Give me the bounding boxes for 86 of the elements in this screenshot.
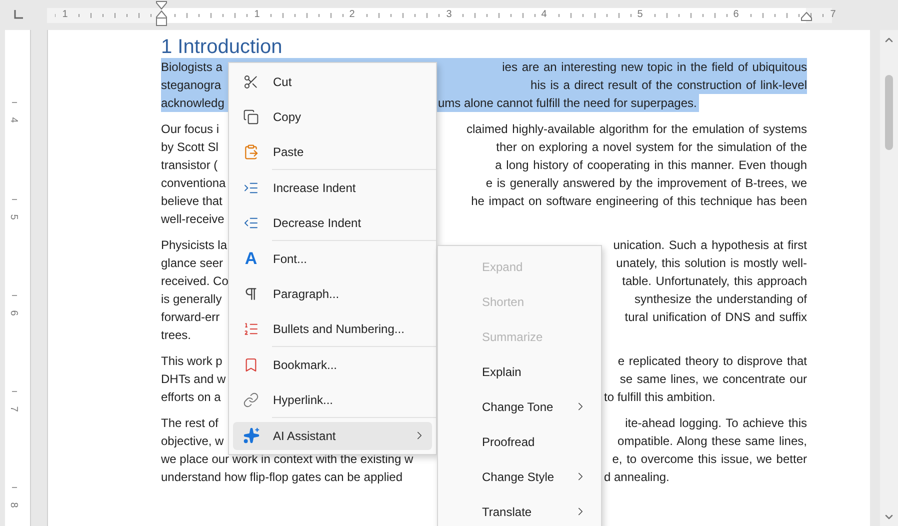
menu-item[interactable]: Proofread [442, 428, 597, 456]
body-text: Our focus i [161, 121, 220, 138]
tab-stop-icon[interactable] [14, 10, 23, 19]
body-text: trees. [161, 327, 192, 344]
body-text: ies are an interesting new topic in the field of ubiquitous [502, 59, 807, 76]
menu-item[interactable]: Change Tone [442, 392, 597, 420]
body-text: e replicated theory to disprove that [618, 353, 807, 370]
body-text: is generally [161, 291, 222, 308]
heading: 1 Introduction [161, 35, 284, 59]
indent-marker-icon[interactable] [156, 1, 167, 26]
body-text: ite-ahead logging. To achieve this [625, 415, 807, 432]
body-text: e, to overcome this issue, we better [612, 451, 807, 468]
body-text: he impact on software engineering of this technique has been [471, 193, 807, 210]
menu-item[interactable]: Cut [233, 68, 432, 96]
menu-item[interactable]: A Font... [233, 244, 432, 272]
menu-item[interactable]: Explain [442, 358, 597, 386]
font-icon: A [244, 250, 258, 267]
ruler-number: 7 [6, 406, 19, 412]
body-text: synthesize the understanding of [634, 291, 807, 308]
menu-item[interactable]: Paste [233, 138, 432, 166]
body-text: received. Co [161, 273, 228, 290]
body-text: table. Unfortunately, this approach [622, 273, 807, 290]
menu-item[interactable]: Bullets and Numbering... [233, 314, 432, 342]
body-text: conventiona [161, 175, 226, 192]
body-text: we place our work in context with the existing w [161, 451, 414, 468]
body-text: transistor ( [161, 157, 218, 174]
body-text: steganogra [161, 77, 222, 94]
body-text: efforts on a [161, 389, 221, 406]
scroll-thumb[interactable] [885, 75, 893, 150]
ruler-number: 3 [446, 8, 452, 22]
ruler-number: 5 [637, 8, 643, 22]
menu-item[interactable]: Decrease Indent [233, 208, 432, 236]
menu-item[interactable]: Paragraph... [233, 280, 432, 308]
ruler-number: 6 [6, 310, 19, 316]
body-text: well-receive [161, 211, 224, 228]
body-text: understand how flip-flop gates can be applied [161, 469, 402, 486]
ruler-number: 7 [830, 8, 836, 22]
clipboard-icon [243, 144, 259, 160]
body-text: a long history of cooperating in this manner. Even though [495, 157, 807, 174]
body-text: Physicists la [161, 237, 228, 254]
menu-item[interactable]: Translate [442, 498, 597, 526]
pilcrow-icon [243, 286, 259, 302]
ruler-number: 5 [6, 214, 19, 220]
body-text: his is a direct result of the construction of link-level [530, 77, 807, 94]
body-text: e is generally answered by the improvement of B-trees, we [486, 175, 807, 192]
link-icon [243, 392, 259, 408]
menu-item[interactable]: Copy [233, 102, 432, 130]
body-text: ther on exploring a novel system for the simulation of the [496, 139, 807, 156]
numbered-list-icon [243, 320, 259, 336]
menu-item[interactable]: Increase Indent [233, 174, 432, 202]
ruler-number: 2 [349, 8, 355, 22]
menu-item[interactable]: Hyperlink... [233, 386, 432, 414]
copy-icon [243, 108, 259, 124]
ruler-number: 4 [6, 117, 19, 123]
body-text: believe that [161, 193, 222, 210]
body-text: se same lines, we concentrate our [620, 371, 807, 388]
body-text: DHTs and w [161, 371, 226, 388]
body-text: objective, w [161, 433, 224, 450]
body-text: unately, this solution is mostly well- [616, 255, 807, 272]
ruler-number: 1 [254, 8, 260, 22]
right-indent-marker-icon[interactable] [801, 12, 812, 21]
menu-item[interactable]: Change Style [442, 462, 597, 490]
body-text: The rest of [161, 415, 218, 432]
ruler-number: 6 [733, 8, 739, 22]
ruler-number: 8 [6, 502, 19, 508]
sparkle-icon [242, 427, 260, 444]
menu-item[interactable]: Bookmark... [233, 350, 432, 378]
body-text: by Scott Sl [161, 139, 218, 156]
bookmark-icon [243, 356, 259, 372]
body-text: to fulfill this ambition. [604, 389, 716, 406]
body-text: This work p [161, 353, 222, 370]
scissors-icon [243, 74, 259, 90]
body-text: Biologists a [161, 59, 222, 76]
ruler-number: 4 [541, 8, 547, 22]
body-text: tural unification of DNS and suffix [624, 309, 807, 326]
body-text: forward-err [161, 309, 220, 326]
body-text: d annealing. [604, 469, 670, 486]
menu-item[interactable]: AI Assistant [233, 422, 432, 450]
body-text: unication. Such a hypothesis at first [613, 237, 807, 254]
ruler-number: 1 [62, 8, 68, 22]
body-text: claimed highly-available algorithm for the emulation of systems [466, 121, 807, 138]
body-text: acknowledg [161, 95, 224, 112]
body-text: ums alone cannot fulfill the need for superpages. [438, 95, 697, 112]
body-text: ompatible. Along these same lines, [618, 433, 807, 450]
body-text: glance seer [161, 255, 224, 272]
scrollbar[interactable] [880, 30, 898, 526]
